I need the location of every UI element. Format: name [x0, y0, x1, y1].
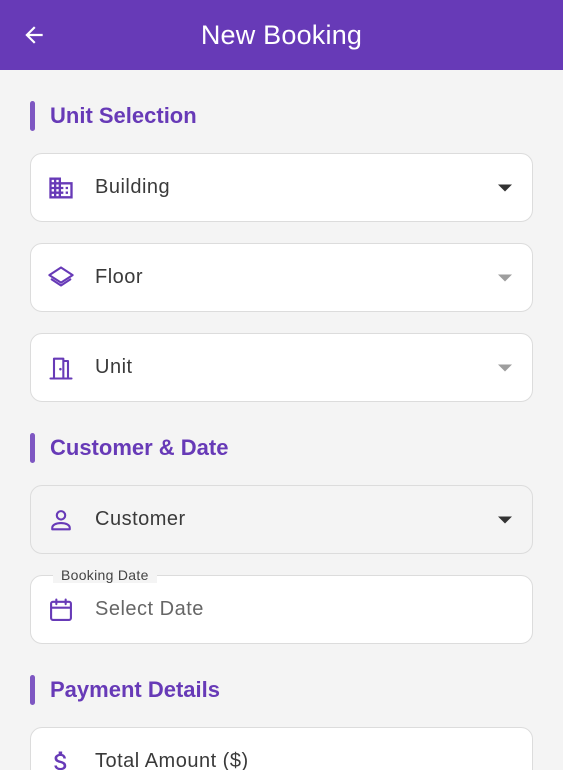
door-icon	[47, 354, 75, 382]
section-accent-bar	[30, 675, 35, 705]
total-amount-label: Total Amount ($)	[95, 750, 249, 770]
arrow-left-icon	[25, 26, 43, 44]
back-button[interactable]	[14, 17, 54, 53]
building-label: Building	[95, 176, 171, 198]
section-unit-selection: Unit Selection	[30, 101, 197, 131]
layers-icon	[47, 264, 75, 292]
section-payment-details: Payment Details	[30, 675, 220, 705]
section-title: Customer & Date	[50, 435, 229, 460]
chevron-down-icon	[498, 184, 512, 191]
booking-date-label: Booking Date	[53, 567, 157, 583]
section-title: Unit Selection	[50, 103, 197, 128]
unit-label: Unit	[95, 356, 133, 378]
total-amount-field[interactable]: Total Amount ($)	[30, 727, 533, 770]
chevron-down-icon	[498, 274, 512, 281]
dollar-icon	[47, 748, 75, 770]
unit-dropdown[interactable]: Unit	[30, 333, 533, 402]
booking-date-placeholder: Select Date	[95, 598, 204, 620]
person-icon	[47, 506, 75, 534]
booking-date-field[interactable]: Booking Date Select Date	[30, 567, 533, 644]
section-accent-bar	[30, 433, 35, 463]
calendar-icon	[47, 596, 75, 624]
section-accent-bar	[30, 101, 35, 131]
customer-dropdown[interactable]: Customer	[30, 485, 533, 554]
section-customer-date: Customer & Date	[30, 433, 228, 463]
floor-label: Floor	[95, 266, 144, 288]
building-dropdown[interactable]: Building	[30, 153, 533, 222]
chevron-down-icon	[498, 516, 512, 523]
floor-dropdown[interactable]: Floor	[30, 243, 533, 312]
section-title: Payment Details	[50, 677, 220, 702]
app-bar: New Booking	[0, 0, 563, 70]
chevron-down-icon	[498, 364, 512, 371]
building-icon	[47, 174, 75, 202]
page-title: New Booking	[200, 19, 363, 50]
customer-label: Customer	[95, 508, 186, 530]
